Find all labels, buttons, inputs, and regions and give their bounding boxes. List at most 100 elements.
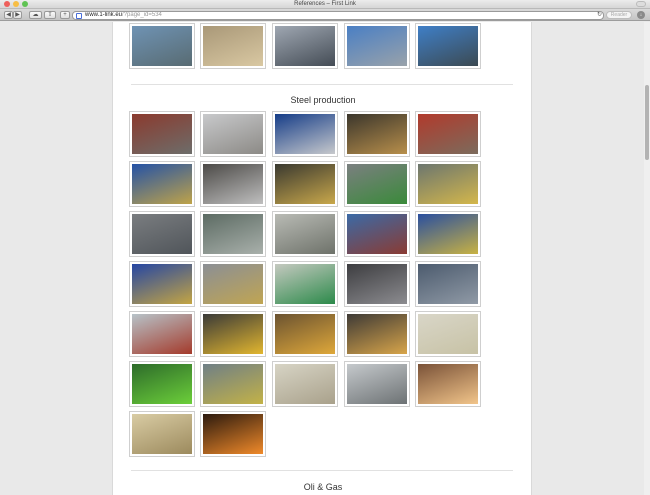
thumbnail-image bbox=[275, 314, 335, 354]
gallery-thumbnail[interactable] bbox=[272, 311, 338, 357]
gallery-thumbnail[interactable] bbox=[272, 261, 338, 307]
gallery-thumbnail[interactable] bbox=[344, 361, 410, 407]
gallery-thumbnail[interactable] bbox=[344, 111, 410, 157]
section-divider bbox=[131, 84, 513, 85]
gallery-thumbnail[interactable] bbox=[415, 23, 481, 69]
gallery-thumbnail[interactable] bbox=[272, 111, 338, 157]
vertical-scrollbar[interactable] bbox=[644, 22, 650, 495]
thumbnail-image bbox=[418, 164, 478, 204]
gallery-thumbnail[interactable] bbox=[344, 211, 410, 257]
thumbnail-image bbox=[132, 114, 192, 154]
share-button[interactable]: ⇧ bbox=[44, 11, 56, 19]
thumbnail-image bbox=[132, 364, 192, 404]
reload-icon[interactable]: ↻ bbox=[597, 11, 602, 18]
gallery-thumbnail[interactable] bbox=[129, 211, 195, 257]
thumbnail-image bbox=[418, 314, 478, 354]
thumbnail-image bbox=[275, 364, 335, 404]
back-button[interactable]: ◀ bbox=[4, 11, 13, 19]
thumbnail-image bbox=[203, 414, 263, 454]
thumbnail-image bbox=[132, 164, 192, 204]
gallery-thumbnail[interactable] bbox=[200, 311, 266, 357]
thumbnail-image bbox=[418, 26, 478, 66]
forward-button[interactable]: ▶ bbox=[13, 11, 22, 19]
download-icon[interactable]: ↓ bbox=[637, 11, 645, 19]
gallery-thumbnail[interactable] bbox=[129, 361, 195, 407]
gallery-thumbnail[interactable] bbox=[129, 411, 195, 457]
address-bar[interactable]: www.1-link.eu/?page_id=534 bbox=[72, 10, 604, 20]
thumbnail-image bbox=[275, 214, 335, 254]
thumbnail-image bbox=[418, 364, 478, 404]
thumbnail-image bbox=[418, 214, 478, 254]
thumbnail-image bbox=[275, 164, 335, 204]
thumbnail-image bbox=[132, 414, 192, 454]
thumbnail-image bbox=[203, 314, 263, 354]
plus-icon: + bbox=[63, 12, 67, 18]
gallery-thumbnail[interactable] bbox=[200, 361, 266, 407]
chevron-right-icon: ▶ bbox=[15, 12, 20, 18]
gallery-thumbnail[interactable] bbox=[272, 361, 338, 407]
gallery-thumbnail[interactable] bbox=[415, 161, 481, 207]
thumbnail-image bbox=[347, 114, 407, 154]
gallery-thumbnail[interactable] bbox=[272, 161, 338, 207]
thumbnail-image bbox=[347, 264, 407, 304]
gallery-thumbnail[interactable] bbox=[415, 361, 481, 407]
scrollbar-thumb[interactable] bbox=[645, 85, 649, 160]
gallery-thumbnail[interactable] bbox=[129, 311, 195, 357]
page-content: Steel production Oli & Gas bbox=[112, 22, 532, 495]
gallery-thumbnail[interactable] bbox=[344, 161, 410, 207]
section-title-steel: Steel production bbox=[290, 95, 356, 105]
thumbnail-image bbox=[347, 26, 407, 66]
site-favicon-icon bbox=[76, 12, 82, 19]
gallery-thumbnail[interactable] bbox=[415, 311, 481, 357]
thumbnail-image bbox=[203, 364, 263, 404]
share-icon: ⇧ bbox=[47, 12, 53, 18]
gallery-thumbnail[interactable] bbox=[272, 23, 338, 69]
thumbnail-image bbox=[203, 26, 263, 66]
thumbnail-image bbox=[132, 314, 192, 354]
url-host: www.1-link.eu bbox=[85, 11, 123, 18]
section-divider bbox=[131, 470, 513, 471]
thumbnail-image bbox=[132, 264, 192, 304]
thumbnail-image bbox=[347, 164, 407, 204]
icloud-icon: ☁ bbox=[32, 12, 39, 18]
thumbnail-image bbox=[275, 114, 335, 154]
gallery-thumbnail[interactable] bbox=[344, 261, 410, 307]
title-bar: References – First Link bbox=[0, 0, 650, 9]
section-title-oil-gas: Oli & Gas bbox=[303, 482, 343, 492]
browser-toolbar: ◀ ▶ ☁ ⇧ + www.1-link.eu/?page_id=534 ↻ R… bbox=[0, 9, 650, 21]
thumbnail-image bbox=[132, 214, 192, 254]
gallery-thumbnail[interactable] bbox=[200, 111, 266, 157]
gallery-thumbnail[interactable] bbox=[200, 261, 266, 307]
gallery-thumbnail[interactable] bbox=[129, 111, 195, 157]
thumbnail-image bbox=[203, 164, 263, 204]
thumbnail-image bbox=[347, 364, 407, 404]
fullscreen-button[interactable] bbox=[636, 1, 646, 7]
thumbnail-image bbox=[275, 264, 335, 304]
gallery-thumbnail[interactable] bbox=[129, 261, 195, 307]
gallery-thumbnail[interactable] bbox=[344, 311, 410, 357]
reader-button[interactable]: Reader bbox=[606, 11, 632, 19]
thumbnail-image bbox=[347, 314, 407, 354]
thumbnail-image bbox=[203, 264, 263, 304]
gallery-thumbnail[interactable] bbox=[415, 111, 481, 157]
thumbnail-image bbox=[418, 114, 478, 154]
gallery-thumbnail[interactable] bbox=[200, 161, 266, 207]
gallery-thumbnail[interactable] bbox=[272, 211, 338, 257]
gallery-thumbnail[interactable] bbox=[200, 23, 266, 69]
gallery-thumbnail[interactable] bbox=[344, 23, 410, 69]
icloud-tabs-button[interactable]: ☁ bbox=[29, 11, 42, 19]
thumbnail-image bbox=[203, 214, 263, 254]
window-title: References – First Link bbox=[294, 1, 356, 7]
gallery-thumbnail[interactable] bbox=[129, 161, 195, 207]
gallery-thumbnail[interactable] bbox=[415, 261, 481, 307]
add-bookmark-button[interactable]: + bbox=[60, 11, 70, 19]
thumbnail-image bbox=[132, 26, 192, 66]
gallery-thumbnail[interactable] bbox=[415, 211, 481, 257]
gallery-thumbnail[interactable] bbox=[200, 211, 266, 257]
gallery-thumbnail[interactable] bbox=[129, 23, 195, 69]
thumbnail-image bbox=[275, 26, 335, 66]
thumbnail-image bbox=[418, 264, 478, 304]
thumbnail-image bbox=[347, 214, 407, 254]
gallery-thumbnail[interactable] bbox=[200, 411, 266, 457]
chevron-left-icon: ◀ bbox=[6, 12, 11, 18]
